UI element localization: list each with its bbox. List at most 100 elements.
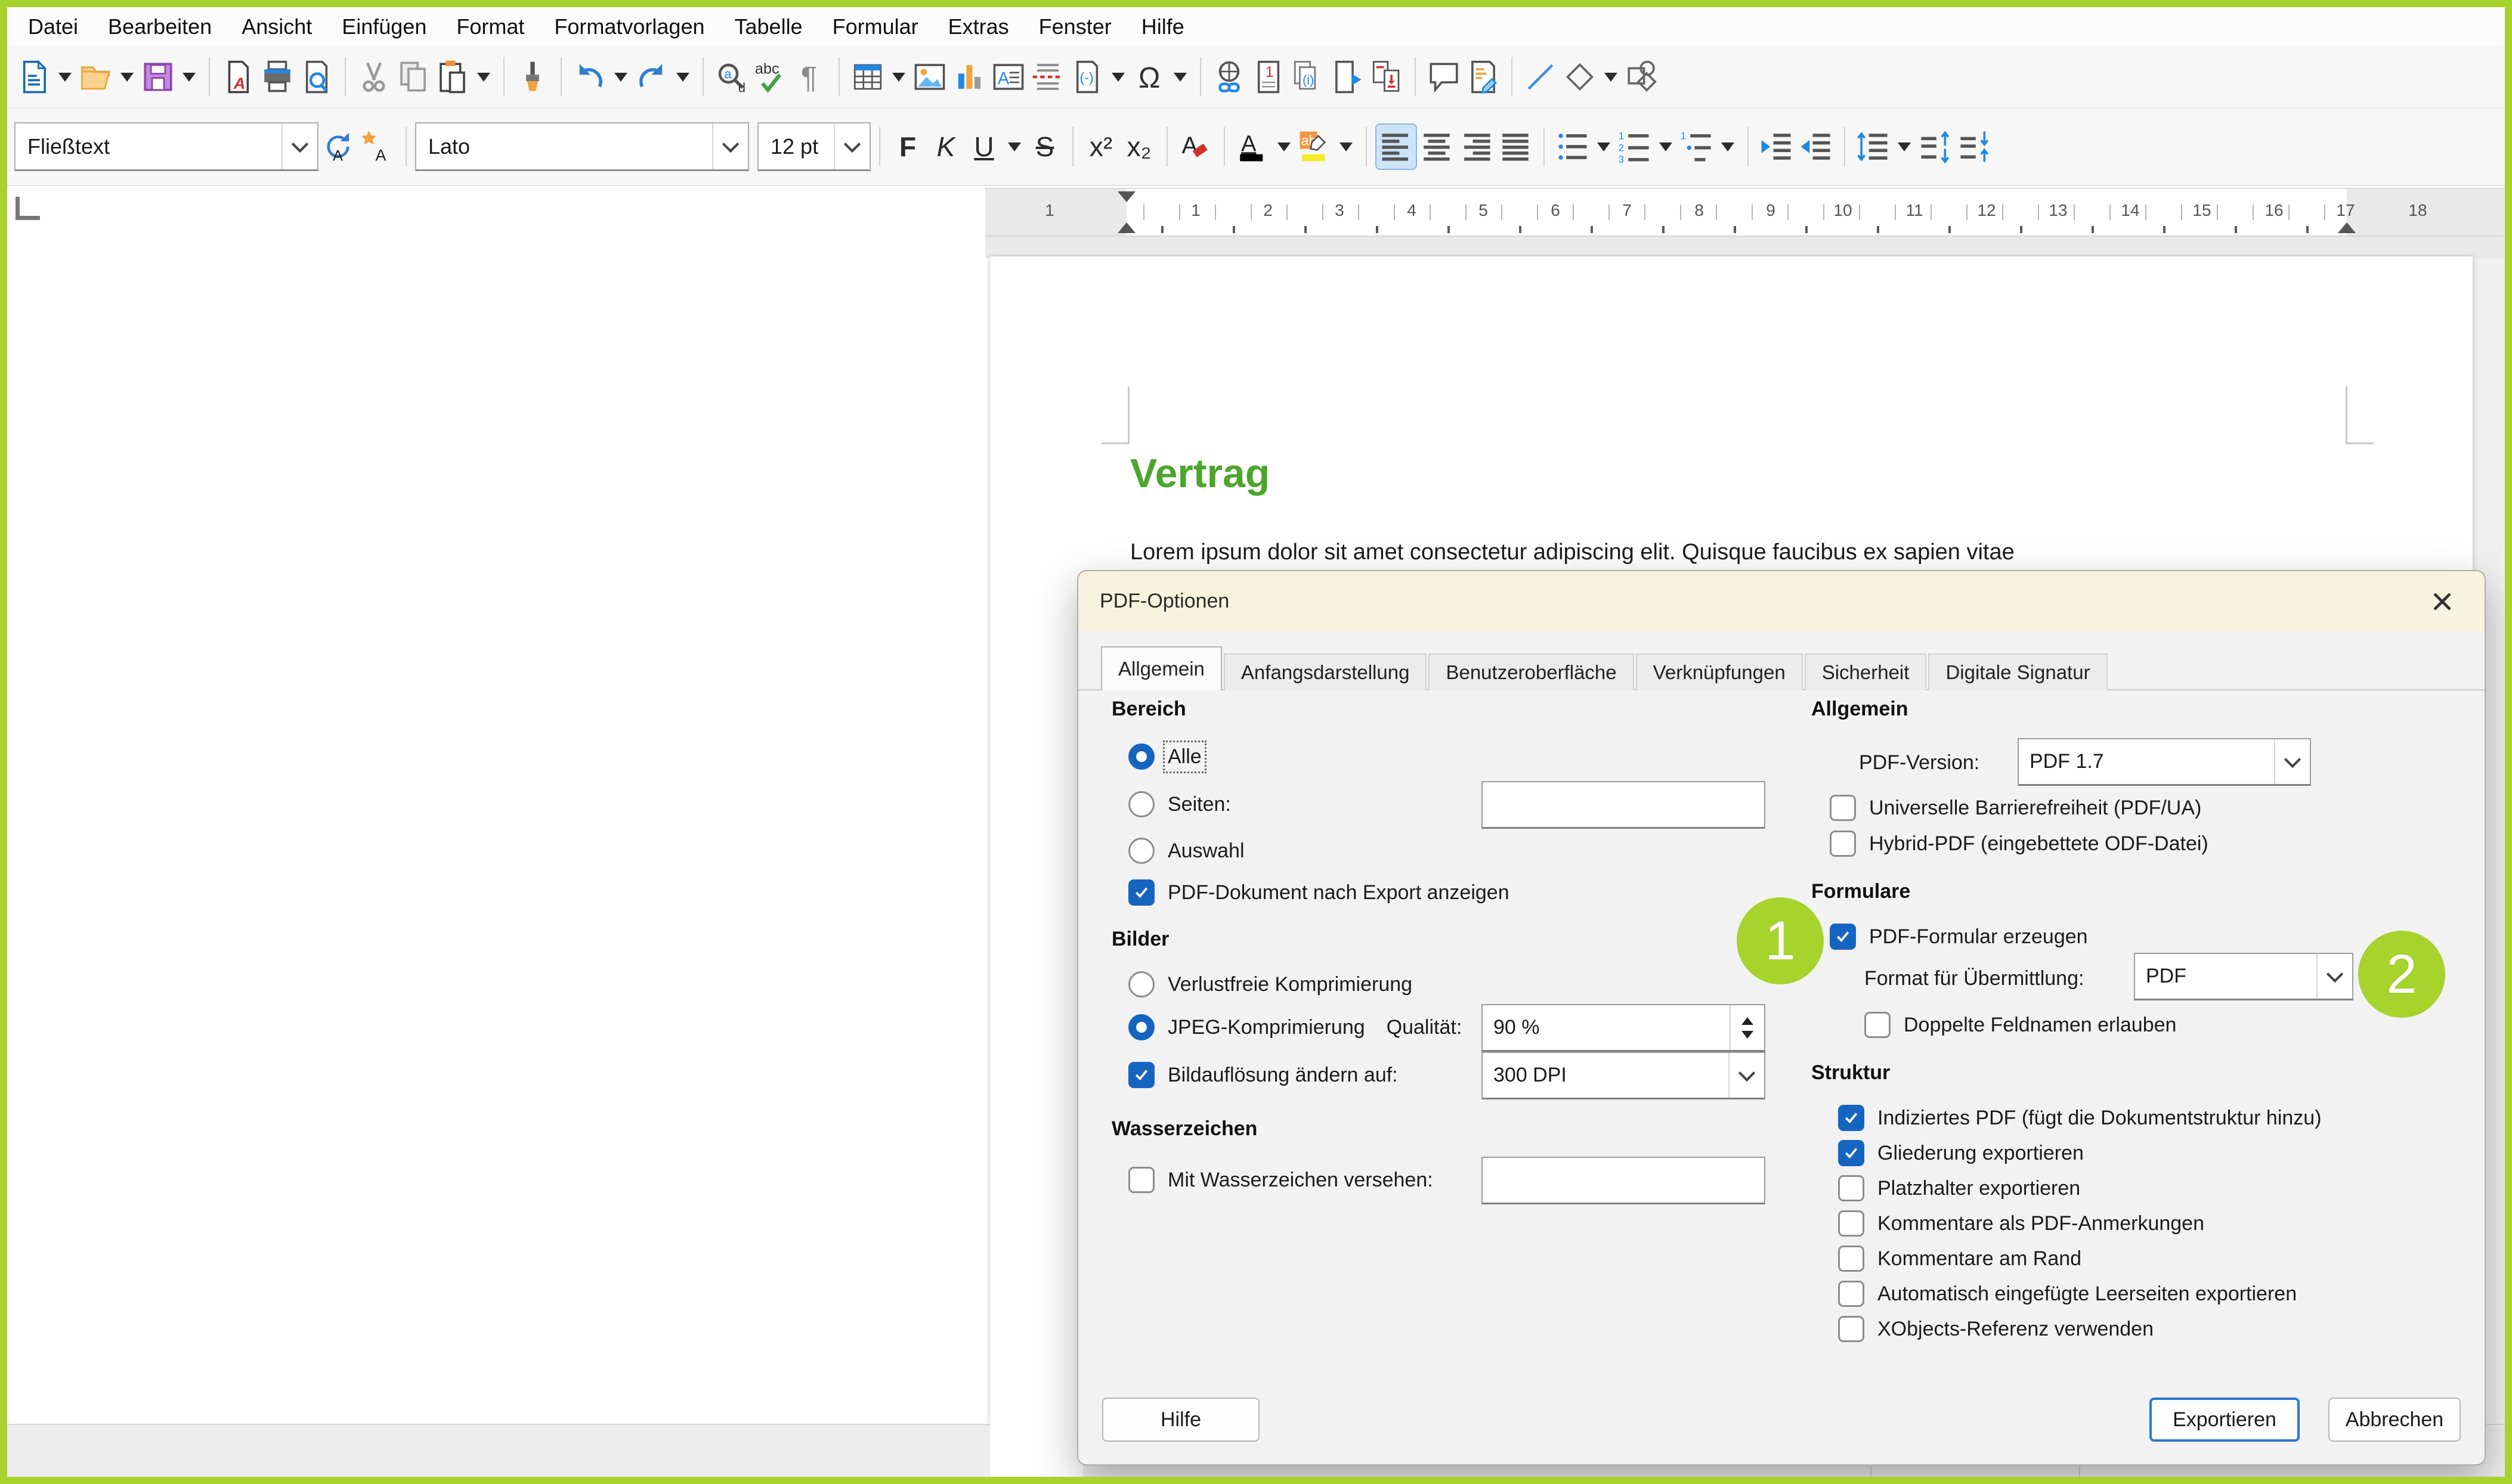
insert-chart-icon[interactable] [949,55,989,99]
italic-button[interactable]: K [927,131,965,163]
new-style-icon[interactable]: A [358,125,397,169]
tab-sicherheit[interactable]: Sicherheit [1805,653,1927,690]
export-button[interactable]: Exportieren [2149,1398,2300,1442]
menu-extras[interactable]: Extras [933,7,1024,47]
increase-paragraph-spacing-icon[interactable] [1916,125,1955,169]
menu-ansicht[interactable]: Ansicht [227,7,327,47]
menu-datei[interactable]: Datei [13,7,93,47]
radio-jpeg-label[interactable]: JPEG-Komprimierung [1168,1016,1365,1039]
checkbox-pdf-formular-label[interactable]: PDF-Formular erzeugen [1869,925,2088,949]
pages-input[interactable] [1481,781,1765,829]
basic-shapes-icon[interactable] [1560,55,1600,99]
menu-bearbeiten[interactable]: Bearbeiten [93,7,227,47]
checkbox-bildaufloesung-label[interactable]: Bildauflösung ändern auf: [1168,1064,1398,1087]
print-preview-icon[interactable] [297,55,336,99]
new-document-dropdown[interactable] [58,73,72,82]
find-replace-icon[interactable]: ad [712,55,751,99]
basic-shapes-dropdown[interactable] [1604,73,1617,82]
cut-icon[interactable] [354,55,394,99]
align-center-button[interactable] [1417,125,1456,169]
checkbox-gliederung-label[interactable]: Gliederung exportieren [1877,1142,2084,1165]
track-changes-icon[interactable] [1464,55,1503,99]
bold-button[interactable]: F [889,131,927,163]
right-indent-marker[interactable] [2338,222,2356,233]
update-style-icon[interactable]: A [318,125,358,169]
checkbox-pdf-anzeigen-label[interactable]: PDF-Dokument nach Export anzeigen [1168,881,1509,904]
spin-down-icon[interactable] [1741,1031,1753,1039]
spinner-buttons[interactable] [1730,1005,1764,1050]
subscript-button[interactable]: x₂ [1120,131,1158,163]
highlight-color-dropdown[interactable] [1339,142,1353,151]
radio-alle[interactable] [1128,743,1155,770]
left-indent-marker[interactable] [1118,222,1136,233]
checkbox-xobjects-label[interactable]: XObjects-Referenz verwenden [1877,1318,2154,1341]
superscript-button[interactable]: x² [1082,131,1120,163]
dialog-titlebar[interactable]: PDF-Optionen × [1078,571,2485,631]
justify-button[interactable] [1496,125,1535,169]
insert-field-dropdown[interactable] [1112,73,1125,82]
save-icon[interactable] [138,55,178,99]
bullet-list-dropdown[interactable] [1597,142,1610,151]
insert-table-icon[interactable] [848,55,887,99]
comment-icon[interactable] [1424,55,1464,99]
highlight-color-icon[interactable]: ab [1295,125,1335,169]
checkbox-kommentare-rand-label[interactable]: Kommentare am Rand [1877,1247,2081,1271]
paste-dropdown[interactable] [477,73,490,82]
line-spacing-dropdown[interactable] [1898,142,1911,151]
checkbox-xobjects[interactable] [1838,1316,1864,1342]
checkbox-wasserzeichen[interactable] [1128,1167,1155,1193]
menu-tabelle[interactable]: Tabelle [720,7,818,47]
watermark-input[interactable] [1481,1157,1765,1204]
undo-dropdown[interactable] [614,73,627,82]
checkbox-platzhalter-label[interactable]: Platzhalter exportieren [1877,1177,2080,1200]
tab-stop-type-selector[interactable] [16,197,40,220]
spell-check-icon[interactable]: abc [751,55,791,99]
outline-list-icon[interactable]: 1 [1677,125,1716,169]
menu-formular[interactable]: Formular [818,7,933,47]
checkbox-doppelte-feldnamen-label[interactable]: Doppelte Feldnamen erlauben [1904,1014,2176,1037]
radio-jpeg[interactable] [1128,1014,1155,1040]
checkbox-leerseiten-label[interactable]: Automatisch eingefügte Leerseiten export… [1877,1282,2297,1306]
close-icon[interactable]: × [2421,581,2463,621]
decrease-indent-icon[interactable] [1796,125,1836,169]
insert-field-icon[interactable]: (-) [1068,55,1107,99]
font-size-combobox[interactable]: 12 pt [757,122,871,171]
strikethrough-button[interactable]: S [1026,131,1064,163]
numbered-list-dropdown[interactable] [1659,142,1672,151]
underline-dropdown[interactable] [1008,142,1021,151]
checkbox-indiziertes-pdf-label[interactable]: Indiziertes PDF (fügt die Dokumentstrukt… [1877,1107,2322,1130]
checkbox-kommentare-rand[interactable] [1838,1246,1864,1272]
checkbox-pdf-anzeigen[interactable] [1128,879,1155,906]
radio-auswahl-label[interactable]: Auswahl [1168,839,1245,863]
insert-textbox-icon[interactable]: A [989,55,1028,99]
checkbox-doppelte-feldnamen[interactable] [1864,1012,1891,1038]
open-dropdown[interactable] [120,73,134,82]
copy-icon[interactable] [394,55,433,99]
increase-indent-icon[interactable] [1757,125,1796,169]
checkbox-kommentare-anmerkungen-label[interactable]: Kommentare als PDF-Anmerkungen [1877,1212,2204,1235]
clone-formatting-icon[interactable] [513,55,552,99]
horizontal-ruler[interactable]: 1 1 2 3 4 5 6 7 8 9 10 11 12 13 14 15 16… [985,188,2505,237]
tab-verknuepfungen[interactable]: Verknüpfungen [1636,653,1803,690]
radio-seiten[interactable] [1128,791,1155,817]
radio-verlustfrei-label[interactable]: Verlustfreie Komprimierung [1168,973,1412,996]
clear-formatting-icon[interactable]: A [1176,125,1215,169]
align-left-button[interactable] [1375,123,1417,170]
numbered-list-icon[interactable]: 123 [1615,125,1654,169]
radio-verlustfrei[interactable] [1128,971,1155,997]
spin-up-icon[interactable] [1741,1017,1753,1025]
paste-icon[interactable] [433,55,472,99]
radio-seiten-label[interactable]: Seiten: [1168,793,1231,816]
underline-button[interactable]: U [965,131,1003,163]
insert-image-icon[interactable] [910,55,949,99]
pdf-version-combobox[interactable]: PDF 1.7 [2018,738,2311,786]
submit-format-combobox[interactable]: PDF [2134,953,2353,1000]
tab-digitale-signatur[interactable]: Digitale Signatur [1928,653,2107,690]
radio-alle-label[interactable]: Alle [1168,745,1202,769]
checkbox-platzhalter[interactable] [1838,1175,1864,1201]
chevron-down-icon[interactable] [2274,739,2310,784]
insert-line-icon[interactable] [1521,55,1560,99]
page-break-icon[interactable] [1028,55,1068,99]
special-character-dropdown[interactable] [1174,73,1187,82]
quality-spinner[interactable]: 90 % [1481,1004,1765,1052]
